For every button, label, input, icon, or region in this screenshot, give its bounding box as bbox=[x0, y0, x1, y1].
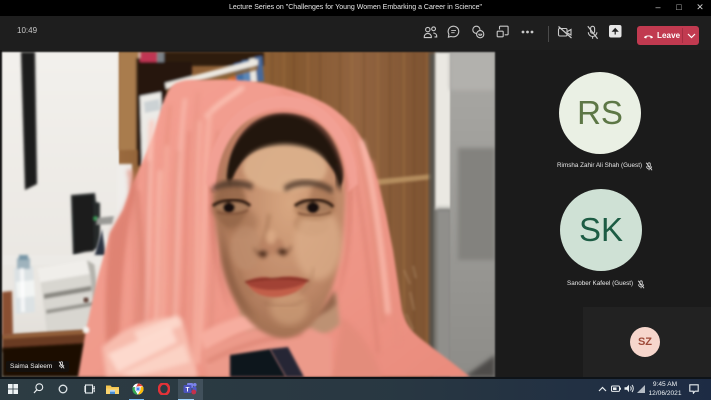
svg-text:T: T bbox=[186, 386, 190, 393]
